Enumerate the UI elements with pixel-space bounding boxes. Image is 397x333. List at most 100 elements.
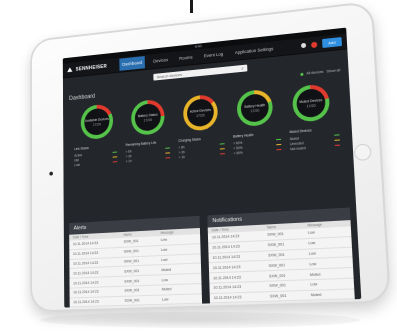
cell-name: SXW_001 [267,252,285,258]
tab-rooms[interactable]: Rooms [176,51,195,65]
cell-name: SXW_001 [267,242,285,248]
cell-message: Low [308,251,316,256]
cell-date: 10.11.2014 14:23 [212,244,240,250]
gauge-value: 17/20 [250,108,260,113]
cell-name: SXW_001 [124,278,140,284]
status-bar-icon [112,156,118,158]
gauge-active-devices[interactable]: Active Devices 17/20 [182,93,219,132]
status-bar-icon [334,144,340,147]
tab-dashboard[interactable]: Dashboard [119,56,146,71]
gauge-inner: Active Devices 17/20 [186,97,215,128]
summary-label: Idle [74,157,80,162]
cell-date: 10.11.2014 14:23 [73,280,99,286]
gauge-inner: Battery Status 17/20 [134,102,162,132]
status-bar-icon [275,138,281,141]
gauge-inner: Available Devices 17/20 [84,107,110,137]
summary-label: > 6h [125,148,132,154]
status-bar-icon [333,134,340,137]
summary-label: Lost [74,162,80,167]
gauge-value: 17/20 [92,121,101,127]
status-bar-icon [276,148,282,151]
gauge-value: 17/20 [306,103,316,109]
summary-label: Active [74,152,83,158]
status-bar-icon [165,147,171,150]
gauge-value: 17/20 [196,112,205,118]
cell-date: 10.11.2014 14:23 [72,260,99,266]
gauge-inner: Battery Health 17/20 [240,92,270,124]
status-dot-icon [300,72,304,76]
cell-date: 10.11.2014 14:23 [72,241,99,247]
cell-name: SXW_001 [268,262,286,268]
cell-name: SXW_001 [123,258,140,264]
cell-message: Muted [161,267,172,272]
cell-name: SXW_001 [123,239,139,245]
cell-message: Muted [309,271,321,277]
cell-message: Low [307,230,315,236]
device-shadow [40,312,360,328]
status-time: 9:41 [194,43,203,49]
cell-date: 10.11.2014 14:23 [211,234,240,240]
cell-date: 10.11.2014 14:23 [212,254,241,260]
bottom-panels: Alerts Date / Time Name Message 10.11.20… [69,207,355,308]
brand-logo[interactable]: SENNHEISER [67,63,107,73]
cell-name: SXW_001 [269,293,287,299]
status-bar-icon [165,152,171,154]
cell-date: 10.11.2014 14:23 [213,285,242,291]
cell-date: 10.11.2014 14:23 [73,270,99,276]
status-bar-icon [219,152,225,155]
gauge-available-devices[interactable]: Available Devices 17/20 [80,103,114,141]
cell-message: Low [310,282,318,287]
add-button[interactable]: Add [321,37,342,49]
gauge-muted-devices[interactable]: Muted Devices 17/20 [291,83,331,123]
gauge-battery-status[interactable]: Battery Status 17/20 [130,98,165,137]
search-placeholder: Search devices [156,71,183,79]
cell-name: SXW_001 [124,288,140,294]
cell-message: Low [308,241,316,246]
summary-table: Battery Health > 80% > 50% < 50% [233,131,282,156]
cell-message: Muted [310,292,322,298]
summary-label: Muted [289,135,300,141]
tablet-bezel: 9:41 SENNHEISER Dashboard Devices Rooms … [30,0,392,313]
cell-date: 10.11.2014 14:23 [213,274,241,281]
cell-message: Muted [161,287,172,292]
cell-date: 10.11.2014 14:23 [213,295,242,301]
alerts-panel: Alerts Date / Time Name Message 10.11.20… [69,215,203,308]
status-bar-icon [165,156,171,159]
cell-name: SXW_001 [124,298,140,303]
status-bar-icon [113,160,118,163]
status-bar-icon [219,142,225,145]
status-bar-icon [219,147,225,150]
gauge-inner: Muted Devices 17/20 [296,87,327,119]
cell-message: Low [309,261,317,267]
app-screen: 9:41 SENNHEISER Dashboard Devices Rooms … [62,27,362,308]
cell-name: SXW_001 [269,283,287,289]
status-bar-icon [112,151,118,154]
cell-date: 10.11.2014 14:23 [73,289,99,295]
home-button[interactable] [353,143,372,162]
cell-date: 10.11.2014 14:23 [212,264,241,270]
summary-label: > 3h [125,153,132,159]
cell-message: Low [161,257,168,263]
cell-message: Low [160,247,168,253]
brand-name: SENNHEISER [75,63,108,73]
alert-icon[interactable] [310,41,318,48]
tab-devices[interactable]: Devices [150,53,171,67]
summary-label: > 50% [233,145,243,151]
cell-date: 10.11.2014 14:23 [72,251,99,257]
cell-message: Low [162,297,169,302]
summary-label: > 6h [178,144,185,150]
logo-icon [67,67,72,72]
summary-label: > 80% [233,140,243,146]
summary-table: Link Status Active Idle Lost [74,144,118,167]
gauge-battery-health[interactable]: Battery Health 17/20 [236,88,274,128]
cell-name: SXW_001 [268,273,286,278]
summary-label: < 50% [233,150,243,155]
search-icon[interactable]: ⌕ [241,65,244,72]
cell-name: SXW_001 [123,268,140,274]
summary-table: Muted Devices Muted Unmuted Not muted [289,126,340,151]
summary-label: < 1h [125,158,132,163]
cell-name: SXW_001 [267,232,284,238]
user-icon[interactable] [300,42,307,49]
tab-event-log[interactable]: Event Log [201,47,226,62]
tablet-device: 9:41 SENNHEISER Dashboard Devices Rooms … [18,0,397,328]
